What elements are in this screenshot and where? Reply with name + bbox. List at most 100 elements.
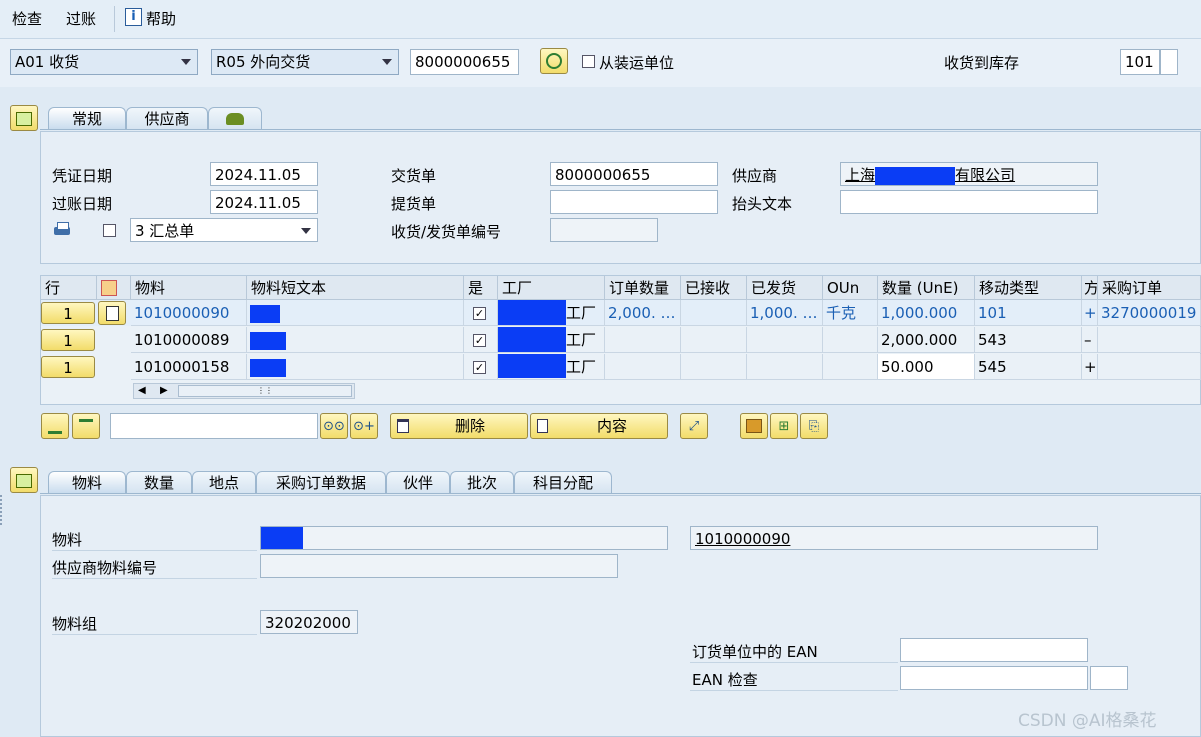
info-icon[interactable]: i <box>125 8 142 26</box>
delete-button[interactable]: 删除 <box>390 413 528 439</box>
tab-account-assignment[interactable]: 科目分配 <box>514 471 612 493</box>
copy-row-button[interactable]: ⎘ <box>800 413 828 439</box>
tab-underline <box>40 129 1201 130</box>
row-select-button[interactable]: 1 <box>41 329 95 351</box>
col-header-material[interactable]: 物料 <box>131 276 247 300</box>
post-date-input[interactable]: 2024.11.05 <box>210 190 318 214</box>
ok-cell[interactable]: ✓ <box>464 300 498 326</box>
col-header-movement[interactable]: 移动类型 <box>975 276 1082 300</box>
vendor-material-field[interactable] <box>260 554 618 578</box>
scroll-left-icon[interactable]: ◀ <box>138 385 146 396</box>
reference-dropdown[interactable]: R05 外向交货 <box>211 49 399 75</box>
printer-icon[interactable] <box>52 222 72 238</box>
reference-dropdown-value: R05 外向交货 <box>216 53 311 71</box>
ok-cell[interactable]: ✓ <box>464 327 498 353</box>
stock-button[interactable] <box>740 413 768 439</box>
material-number-field[interactable]: 1010000090 <box>690 526 1098 550</box>
find-button[interactable]: ⊙⊙ <box>320 413 348 439</box>
movement-type-suffix[interactable] <box>1160 49 1178 75</box>
plant-cell: 工厂 <box>498 327 605 353</box>
row-select-button[interactable]: 1 <box>41 356 95 378</box>
label-divider <box>52 550 257 551</box>
deselect-all-button[interactable] <box>72 413 100 439</box>
detail-toggle-button[interactable] <box>10 467 38 493</box>
ean-unit-label: 订货单位中的 EAN <box>692 643 818 661</box>
doc-date-input[interactable]: 2024.11.05 <box>210 162 318 186</box>
col-header-line[interactable]: 行 <box>41 276 97 300</box>
menu-help[interactable]: 帮助 <box>146 8 176 29</box>
col-header-po[interactable]: 采购订单 <box>1098 276 1201 300</box>
material-group-field[interactable]: 320202000 <box>260 610 358 634</box>
movement-type-input[interactable]: 101 <box>1120 49 1160 75</box>
ean-check-input[interactable] <box>900 666 1088 690</box>
material-cell[interactable]: 1010000089 <box>131 327 247 353</box>
row-select-button[interactable]: 1 <box>41 302 95 324</box>
tab-general[interactable]: 常规 <box>48 107 126 129</box>
horizontal-scrollbar[interactable]: ◀ ▶ ⋮⋮ <box>133 383 355 399</box>
tab-partners[interactable] <box>208 107 262 129</box>
document-number-input[interactable]: 8000000655 <box>410 49 519 75</box>
tab-quantity[interactable]: 数量 <box>126 471 192 493</box>
col-header-direction[interactable]: 方 <box>1082 276 1098 300</box>
col-header-short-text[interactable]: 物料短文本 <box>247 276 464 300</box>
scroll-right-icon[interactable]: ▶ <box>160 385 168 396</box>
trash-icon <box>397 419 409 433</box>
print-option-dropdown[interactable]: 3 汇总单 <box>130 218 318 242</box>
col-header-oun[interactable]: OUn <box>823 276 878 300</box>
gr-slip-input[interactable] <box>550 218 658 242</box>
find-next-button[interactable]: ⊙+ <box>350 413 378 439</box>
from-unit-label: 从装运单位 <box>599 54 675 72</box>
material-cell[interactable]: 1010000090 <box>131 300 247 326</box>
menu-divider <box>114 6 115 32</box>
tab-partner[interactable]: 伙伴 <box>386 471 450 493</box>
header-text-input[interactable] <box>840 190 1098 214</box>
row-detail-button[interactable] <box>98 301 126 325</box>
material-number-value: 1010000090 <box>695 530 791 548</box>
expand-button[interactable]: ⤢ <box>680 413 708 439</box>
col-header-ok[interactable]: 是 <box>464 276 498 300</box>
col-header-plant[interactable]: 工厂 <box>498 276 605 300</box>
col-header-qty[interactable]: 数量 (UnE) <box>878 276 975 300</box>
grid-search-input[interactable] <box>110 413 318 439</box>
bill-of-lading-input[interactable] <box>550 190 718 214</box>
ean-check-label: EAN 检查 <box>692 671 758 689</box>
qty-cell[interactable]: 2,000.000 <box>878 327 975 353</box>
copy-icon: ⎘ <box>808 419 820 434</box>
material-description-field[interactable] <box>260 526 668 550</box>
add-row-button[interactable]: ⊞ <box>770 413 798 439</box>
material-cell[interactable]: 1010000158 <box>131 354 247 380</box>
execute-button[interactable] <box>540 48 568 74</box>
tab-account-label: 科目分配 <box>532 474 593 492</box>
header-toggle-button[interactable] <box>10 105 38 131</box>
tab-material[interactable]: 物料 <box>48 471 126 493</box>
delivery-input[interactable]: 8000000655 <box>550 162 718 186</box>
qty-cell[interactable]: 50.000 <box>878 354 975 380</box>
action-dropdown[interactable]: A01 收货 <box>10 49 198 75</box>
print-option-value: 3 汇总单 <box>135 222 195 240</box>
vendor-field[interactable]: 上海 有限公司 <box>840 162 1098 186</box>
col-header-received[interactable]: 已接收 <box>681 276 747 300</box>
post-date-label: 过账日期 <box>52 195 113 213</box>
order-qty-cell <box>605 354 681 380</box>
col-header-order-qty[interactable]: 订单数量 <box>605 276 681 300</box>
tab-po-data[interactable]: 采购订单数据 <box>256 471 386 493</box>
tab-batch[interactable]: 批次 <box>450 471 514 493</box>
splitter-handle[interactable] <box>0 495 6 525</box>
tab-vendor[interactable]: 供应商 <box>126 107 208 129</box>
from-unit-checkbox[interactable] <box>582 55 595 68</box>
ok-cell[interactable]: ✓ <box>464 354 498 380</box>
select-all-button[interactable] <box>41 413 69 439</box>
gr-slip-label: 收货/发货单编号 <box>391 223 502 241</box>
ean-check-suffix[interactable] <box>1090 666 1128 690</box>
scroll-thumb[interactable]: ⋮⋮ <box>178 385 352 397</box>
menu-post[interactable]: 过账 <box>66 8 96 29</box>
col-header-tree[interactable] <box>97 276 131 300</box>
print-checkbox[interactable] <box>103 224 116 237</box>
content-button[interactable]: 内容 <box>530 413 668 439</box>
qty-cell[interactable]: 1,000.000 <box>878 300 975 326</box>
ean-unit-input[interactable] <box>900 638 1088 662</box>
col-header-shipped[interactable]: 已发货 <box>747 276 823 300</box>
menu-check[interactable]: 检查 <box>12 8 42 29</box>
redaction-mask <box>498 300 566 325</box>
tab-location[interactable]: 地点 <box>192 471 256 493</box>
